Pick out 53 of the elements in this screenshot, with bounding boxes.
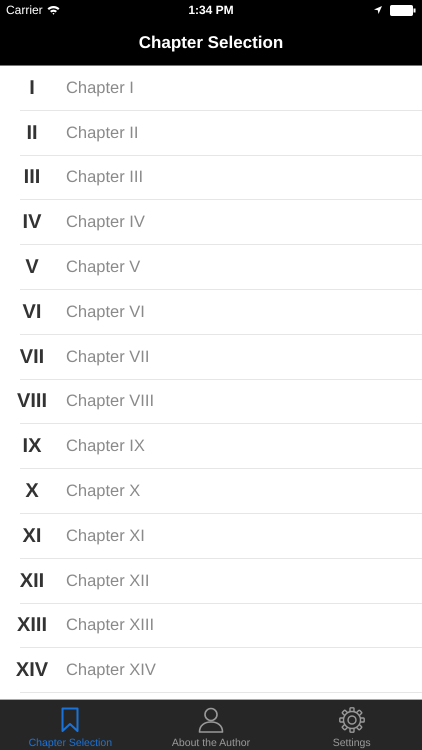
chapter-numeral: XII [18,570,46,593]
chapter-row[interactable]: XIII Chapter XIII [0,604,422,648]
chapter-title: Chapter IV [66,213,145,232]
chapter-title: Chapter III [66,168,144,188]
chapter-numeral: II [25,122,39,145]
chapter-numeral: X [24,480,40,504]
chapter-numeral: IX [22,435,42,458]
screen-title: Chapter Selection [138,32,284,52]
chapter-title: Chapter VI [66,302,145,322]
chapter-row[interactable]: XII Chapter XII [0,558,422,604]
location-arrow-icon [374,6,382,14]
chapter-row[interactable]: X Chapter X [0,469,422,514]
chapter-title: Chapter XIII [66,616,154,636]
chapter-title: Chapter X [66,482,140,502]
chapter-title: Chapter VIII [66,392,154,412]
chapter-numeral: XI [22,524,42,548]
chapter-row[interactable]: IX Chapter IX [0,424,422,470]
clock-label: 1:34 PM [187,3,235,17]
chapter-row[interactable]: XIV Chapter XIV [0,648,422,694]
chapter-title: Chapter XI [66,526,145,546]
bookmark-icon [61,707,80,733]
settings-icon [338,707,365,733]
chapter-numeral: I [28,76,36,100]
tab-item[interactable]: Settings [281,700,422,750]
chapter-row[interactable]: III Chapter III [0,156,422,200]
chapter-row[interactable]: V Chapter V [0,245,422,290]
battery-icon [390,4,416,16]
chapter-numeral: VI [22,300,42,324]
chapter-row[interactable]: II Chapter II [0,110,422,156]
chapter-title: Chapter VII [66,348,150,367]
chapter-numeral: VII [18,346,46,369]
chapter-numeral: III [22,166,42,190]
chapter-title: Chapter XII [66,572,150,591]
chapter-title: Chapter II [66,124,138,143]
carrier-label: Carrier [6,3,43,17]
chapter-title: Chapter V [66,258,140,278]
chapter-row[interactable]: IV Chapter IV [0,200,422,246]
chapter-row[interactable]: I Chapter I [0,66,422,111]
chapter-numeral: VIII [16,390,48,414]
chapter-numeral: V [24,256,40,280]
person-icon [198,707,224,733]
wifi-icon [46,5,60,15]
chapter-row[interactable]: VIII Chapter VIII [0,380,422,424]
chapter-row[interactable]: XI Chapter XI [0,514,422,559]
chapter-numeral: IV [22,211,42,234]
chapter-title: Chapter XIV [66,661,156,680]
chapter-numeral: XIV [14,659,50,682]
tab-item[interactable]: About the Author [140,700,282,750]
chapter-title: Chapter I [66,78,134,98]
chapter-title: Chapter IX [66,437,145,456]
chapter-row[interactable]: VII Chapter VII [0,334,422,380]
chapter-row[interactable]: VI Chapter VI [0,290,422,335]
chapter-numeral: XIII [16,614,48,638]
